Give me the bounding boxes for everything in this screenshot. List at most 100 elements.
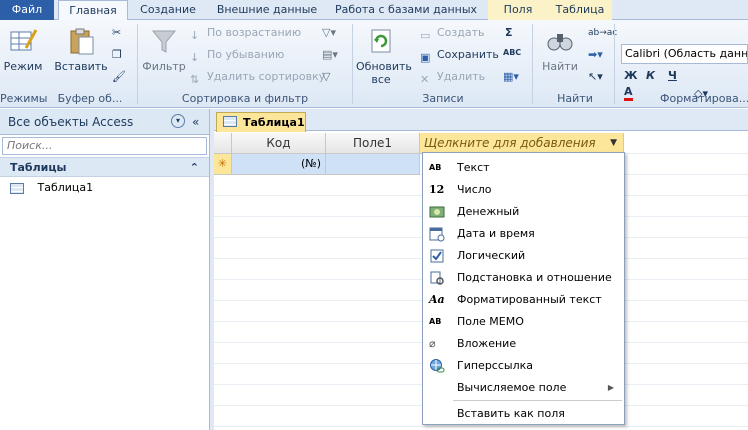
memo-type-icon: AB (429, 317, 442, 326)
tab-file[interactable]: Файл (0, 0, 54, 20)
font-name-combo[interactable]: Calibri (Область данны (621, 44, 748, 64)
toggle-filter-icon[interactable]: ▽ (322, 69, 330, 85)
new-record-marker[interactable]: ✳ (214, 154, 232, 175)
rich-text-icon: Aa (429, 293, 445, 306)
tab-table1[interactable]: Таблица1 (216, 112, 306, 132)
nav-menu-chevron-icon[interactable]: ▾ (171, 114, 185, 128)
checkbox-icon (430, 249, 444, 263)
group-formatting-label: Форматирова... (660, 92, 748, 105)
delete-record-button[interactable]: ✕ Удалить (420, 69, 485, 86)
find-button[interactable]: Найти (536, 26, 584, 73)
menu-item-number[interactable]: 12 Число (423, 179, 624, 201)
cut-icon[interactable]: ✂ (112, 25, 121, 41)
select-all-corner[interactable] (214, 133, 232, 154)
tab-external-data[interactable]: Внешние данные (208, 0, 326, 20)
group-records-label: Записи (422, 92, 464, 105)
menu-item-memo[interactable]: AB Поле МЕМО (423, 311, 624, 333)
copy-icon[interactable]: ❐ (112, 47, 122, 63)
table-icon (223, 116, 237, 127)
menu-item-paste-as-fields[interactable]: Вставить как поля (423, 403, 624, 425)
dropdown-arrow-icon[interactable]: ▼ (610, 133, 617, 153)
menu-item-boolean[interactable]: Логический (423, 245, 624, 267)
spelling-icon[interactable]: ABC (503, 45, 521, 61)
totals-icon[interactable]: Σ (505, 25, 513, 41)
font-color-icon[interactable]: A (624, 86, 633, 101)
view-mode-button[interactable]: Режим (2, 26, 44, 73)
submenu-arrow-icon: ▶ (607, 383, 614, 392)
tab-table[interactable]: Таблица (548, 0, 612, 20)
menu-item-currency[interactable]: Денежный (423, 201, 624, 223)
nav-pane-header[interactable]: Все объекты Access ▾ « (0, 109, 209, 135)
selection-filter-icon[interactable]: ▽▾ (322, 25, 336, 41)
document-tabs: Таблица1 (214, 109, 748, 132)
refresh-label: Обновить все (356, 60, 412, 86)
field1-cell[interactable] (326, 154, 420, 175)
sort-ascending-button[interactable]: ↓ По возрастанию (190, 25, 301, 42)
tab-fields[interactable]: Поля (488, 0, 548, 20)
find-label: Найти (542, 60, 578, 73)
format-painter-icon[interactable]: 🖌 (112, 69, 126, 85)
remove-sort-button[interactable]: ⇅ Удалить сортировку (190, 69, 325, 86)
id-cell[interactable]: (№) (232, 154, 326, 175)
sort-asc-icon: ↓ (190, 29, 200, 42)
globe-link-icon (430, 359, 445, 373)
text-type-icon: AB (429, 163, 442, 172)
table-icon (10, 183, 24, 194)
filter-button[interactable]: Фильтр (141, 26, 187, 73)
menu-item-datetime[interactable]: Дата и время (423, 223, 624, 245)
tab-create[interactable]: Создание (130, 0, 206, 20)
lookup-icon (430, 271, 444, 285)
paste-button[interactable]: Вставить (54, 26, 108, 73)
group-find-label: Найти (557, 92, 593, 105)
underline-icon[interactable]: Ч (668, 68, 677, 84)
menu-item-attachment[interactable]: ⌀ Вложение (423, 333, 624, 355)
refresh-all-button[interactable]: Обновить все (356, 26, 412, 86)
nav-collapse-icon[interactable]: « (192, 109, 199, 135)
bold-icon[interactable]: Ж (624, 68, 637, 84)
italic-icon[interactable]: К (646, 68, 655, 84)
menu-item-rich-text[interactable]: Aa Форматированный текст (423, 289, 624, 311)
menu-divider (453, 400, 622, 401)
remove-sort-icon: ⇅ (190, 73, 200, 86)
group-sort-filter-label: Сортировка и фильтр (181, 92, 309, 105)
select-icon[interactable]: ↖▾ (588, 69, 603, 85)
nav-search-input[interactable]: Поиск... ⌕ (2, 137, 226, 155)
menu-item-lookup[interactable]: Подстановка и отношение (423, 267, 624, 289)
column-header-click-to-add[interactable]: Щелкните для добавления ▼ (420, 133, 624, 154)
group-views-label: Режимы (0, 92, 48, 105)
nav-section-tables[interactable]: Таблицы ⌃ (0, 157, 209, 177)
replace-icon[interactable]: ab→ac (588, 25, 617, 41)
group-clipboard-label: Буфер об... (57, 92, 123, 105)
binoculars-icon (547, 34, 573, 51)
navigation-pane: Все объекты Access ▾ « Поиск... ⌕ Таблиц… (0, 109, 226, 430)
filter-label: Фильтр (142, 60, 186, 73)
sort-desc-icon: ↓ (190, 51, 200, 64)
tab-home[interactable]: Главная (58, 0, 128, 21)
save-icon: ▣ (420, 51, 431, 64)
more-records-icon[interactable]: ▦▾ (503, 69, 519, 85)
number-type-icon: 12 (429, 183, 445, 196)
paste-icon (70, 28, 94, 55)
menu-item-hyperlink[interactable]: Гиперссылка (423, 355, 624, 377)
refresh-icon (371, 29, 391, 53)
go-to-icon[interactable]: ➡▾ (588, 47, 603, 63)
column-header-id[interactable]: Код (232, 133, 326, 154)
sort-descending-button[interactable]: ↓ По убыванию (190, 47, 284, 64)
menu-item-calculated[interactable]: Вычисляемое поле ▶ (423, 377, 624, 399)
filter-icon (151, 30, 177, 53)
advanced-filter-icon[interactable]: ▤▾ (322, 47, 338, 63)
paperclip-icon: ⌀ (429, 337, 436, 350)
ribbon: Режим Вставить ✂ ❐ 🖌 Фильтр ↓ По возраста… (0, 20, 748, 108)
nav-pane-title: Все объекты Access (8, 115, 134, 129)
menu-item-text[interactable]: AB Текст (423, 157, 624, 179)
view-mode-label: Режим (3, 60, 43, 73)
ribbon-tab-bar: Файл Главная Создание Внешние данные Раб… (0, 0, 748, 21)
currency-type-icon (429, 206, 445, 218)
save-record-button[interactable]: ▣ Сохранить (420, 47, 499, 64)
new-record-button[interactable]: ▭ Создать (420, 25, 485, 42)
collapse-section-icon: ⌃ (189, 161, 199, 174)
column-header-field1[interactable]: Поле1 (326, 133, 420, 154)
tab-database-tools[interactable]: Работа с базами данных (328, 0, 484, 20)
field-type-menu: AB Текст 12 Число Денежный Дата и время … (422, 152, 625, 425)
nav-item-table1[interactable]: Таблица1 (0, 177, 209, 199)
